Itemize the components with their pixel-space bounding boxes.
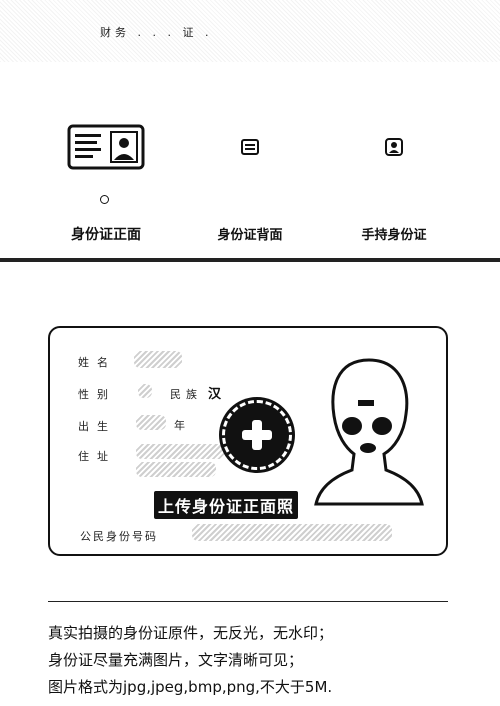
requirement-line: 身份证尽量充满图片，文字清晰可见； [48, 651, 304, 669]
add-photo-button[interactable] [222, 400, 292, 470]
portrait-placeholder-icon [314, 358, 424, 506]
person-icon [314, 124, 474, 170]
birth-blur [136, 415, 166, 430]
step-id-back[interactable]: 身份证背面 [170, 120, 330, 243]
address-blur-2 [136, 462, 216, 477]
step-hand-held[interactable]: 手持身份证 [314, 120, 474, 243]
step-label-front: 身份证正面 [71, 227, 141, 243]
step-id-front[interactable]: 身份证正面 [26, 120, 186, 243]
requirement-line: 真实拍摄的身份证原件，无反光，无水印； [48, 624, 334, 642]
nation-label: 民族 [170, 388, 202, 401]
notes-divider [48, 601, 448, 602]
nation-value: 汉 [208, 387, 222, 402]
address-label: 住址 [78, 450, 116, 463]
id-card-icon [26, 124, 186, 170]
active-step-dot [100, 195, 109, 204]
name-label: 姓名 [78, 356, 116, 369]
upload-steps: 身份证正面 身份证背面 手持身份证 [0, 120, 500, 260]
year-label: 年 [174, 419, 185, 432]
top-header: 财务 . . . 证 . [0, 0, 500, 62]
birth-label: 出生 [78, 420, 116, 433]
id-card-upload-area[interactable]: 姓名 性别 民族 汉 出生 年 住址 公民身份号码 上传身份证正面照 [48, 326, 448, 556]
step-label-back: 身份证背面 [217, 228, 283, 243]
header-title: 财务 . . . 证 . [100, 26, 213, 39]
card-back-icon [170, 124, 330, 170]
address-blur-1 [136, 444, 226, 459]
id-number-blur [192, 524, 392, 541]
name-blur [134, 351, 182, 368]
upload-requirements: 真实拍摄的身份证原件，无反光，无水印； 身份证尽量充满图片，文字清晰可见； 图片… [48, 620, 468, 701]
step-label-hand-held: 手持身份证 [361, 228, 427, 243]
section-divider [0, 258, 500, 262]
requirement-line: 图片格式为jpg,jpeg,bmp,png,不大于5M. [48, 678, 333, 696]
gender-blur [138, 384, 152, 398]
gender-label: 性别 [78, 388, 116, 401]
plus-icon [242, 420, 272, 450]
id-number-label: 公民身份号码 [80, 530, 158, 543]
upload-front-label[interactable]: 上传身份证正面照 [154, 491, 299, 519]
